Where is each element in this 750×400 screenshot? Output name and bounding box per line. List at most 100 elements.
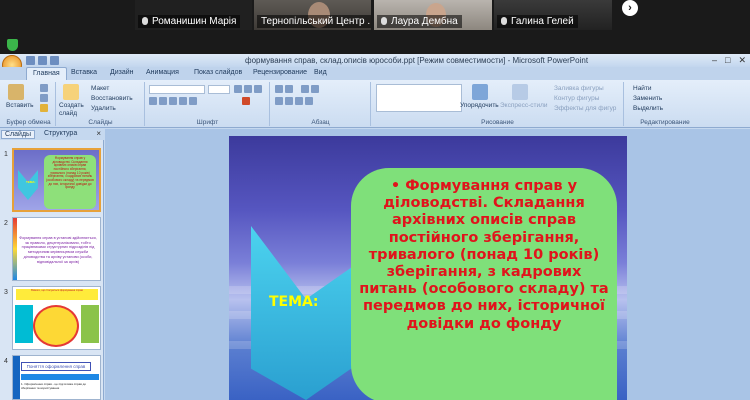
- decor-bar: [13, 218, 17, 280]
- thumb-text: Вимоги, що стосуються формування справ: [16, 289, 98, 300]
- powerpoint-window: формування справ, склад.описів юрособи.p…: [0, 54, 750, 400]
- format-painter-icon[interactable]: [40, 104, 48, 112]
- participant-name-tag: Галина Гелей: [497, 15, 578, 28]
- minimize-icon[interactable]: –: [712, 55, 717, 66]
- tab-design[interactable]: Дизайн: [110, 69, 134, 76]
- shapes-gallery[interactable]: [376, 84, 462, 112]
- shape-outline-button[interactable]: Контур фигуры: [554, 95, 599, 102]
- redo-icon[interactable]: [50, 56, 59, 65]
- slide-content-text[interactable]: • Формування справ у діловодстві. Склада…: [359, 178, 609, 333]
- justify-icon[interactable]: [305, 97, 313, 105]
- slide-number: 4: [4, 358, 8, 365]
- participant-tile[interactable]: Лаура Дембна: [374, 0, 492, 30]
- microphone-icon: [142, 17, 148, 25]
- arrange-icon[interactable]: [472, 84, 488, 100]
- participant-tile[interactable]: Романишин Марія: [135, 0, 252, 30]
- decrease-indent-icon[interactable]: [301, 85, 309, 93]
- grow-font-icon[interactable]: [234, 85, 242, 93]
- reset-button[interactable]: Восстановить: [91, 95, 133, 102]
- numbering-icon[interactable]: [285, 85, 293, 93]
- participant-name-tag: Романишин Марія: [138, 15, 241, 28]
- decor-shape: [33, 305, 79, 347]
- clipboard-group: Вставить Буфер обмена: [2, 82, 56, 126]
- tab-outline[interactable]: Структура: [44, 130, 77, 137]
- slide-thumbnail-1[interactable]: ТЕМА: Формування справ у діловодстві. Ск…: [12, 148, 101, 212]
- close-panel-icon[interactable]: ×: [96, 129, 101, 138]
- font-group-label: Шрифт: [196, 119, 219, 126]
- drawing-group-label: Рисование: [481, 119, 514, 126]
- layout-button[interactable]: Макет: [91, 85, 109, 92]
- slide-number: 2: [4, 220, 8, 227]
- bold-icon[interactable]: [149, 97, 157, 105]
- screen: Романишин Марія Тернопільський Центр ...…: [0, 0, 750, 400]
- strikethrough-icon[interactable]: [179, 97, 187, 105]
- save-icon[interactable]: [26, 56, 35, 65]
- font-group: Шрифт: [146, 82, 270, 126]
- slides-group: Создать слайд Макет Восстановить Удалить…: [57, 82, 145, 126]
- editing-group-label: Редактирование: [640, 119, 690, 126]
- participant-name-tag: Тернопільський Центр ...: [257, 15, 371, 28]
- font-color-icon[interactable]: [242, 97, 250, 105]
- tab-insert[interactable]: Вставка: [71, 69, 97, 76]
- chevron-shape: [251, 226, 361, 400]
- tab-view[interactable]: Вид: [314, 69, 327, 76]
- decor-strip: [13, 356, 20, 399]
- font-size-select[interactable]: [208, 85, 230, 94]
- thumb-line: 1. Оформлення справ - це підготовка спра…: [21, 382, 87, 390]
- undo-icon[interactable]: [38, 56, 47, 65]
- paste-icon[interactable]: [8, 84, 24, 100]
- italic-icon[interactable]: [159, 97, 167, 105]
- slide-thumbnail-4[interactable]: Поняття оформлення справ 1. Оформлення с…: [12, 355, 101, 400]
- participant-tile[interactable]: Галина Гелей: [494, 0, 612, 30]
- clipboard-group-label: Буфер обмена: [6, 119, 51, 126]
- slide-number: 3: [4, 289, 8, 296]
- dismiss-icon[interactable]: ›: [622, 0, 638, 16]
- slide-thumbnail-3[interactable]: Вимоги, що стосуються формування справ: [12, 286, 101, 350]
- video-participants-strip: Романишин Марія Тернопільський Центр ...…: [0, 0, 750, 38]
- select-button[interactable]: Выделить: [633, 105, 663, 112]
- shadow-icon[interactable]: [189, 97, 197, 105]
- paragraph-group-label: Абзац: [311, 119, 330, 126]
- tab-slideshow[interactable]: Показ слайдов: [194, 69, 242, 76]
- increase-indent-icon[interactable]: [311, 85, 319, 93]
- cut-icon[interactable]: [40, 84, 48, 92]
- tab-slides[interactable]: Слайды: [1, 130, 36, 139]
- paste-button[interactable]: Вставить: [6, 102, 34, 109]
- shape-fill-button[interactable]: Заливка фигуры: [554, 85, 604, 92]
- new-slide-button[interactable]: Создать слайд: [59, 102, 89, 118]
- slide-thumbnail-2[interactable]: Формування справ в установі здійснюється…: [12, 217, 101, 281]
- chevron-shape: [18, 170, 38, 200]
- ribbon: Вставить Буфер обмена Создать слайд Маке…: [0, 80, 750, 128]
- align-right-icon[interactable]: [295, 97, 303, 105]
- slide-editor: ТЕМА: • Формування справ у діловодстві. …: [105, 129, 750, 400]
- arrange-button[interactable]: Упорядочить: [460, 102, 499, 109]
- align-center-icon[interactable]: [285, 97, 293, 105]
- tab-animation[interactable]: Анимация: [146, 69, 179, 76]
- thumb-text: Формування справ у діловодстві. Складанн…: [44, 155, 96, 209]
- new-slide-icon[interactable]: [63, 84, 79, 100]
- window-title: формування справ, склад.описів юрособи.p…: [245, 56, 589, 65]
- current-slide[interactable]: ТЕМА: • Формування справ у діловодстві. …: [229, 136, 627, 400]
- delete-slide-button[interactable]: Удалить: [91, 105, 116, 112]
- font-name-select[interactable]: [149, 85, 205, 94]
- find-button[interactable]: Найти: [633, 85, 652, 92]
- copy-icon[interactable]: [40, 94, 48, 102]
- thumb-label: ТЕМА:: [26, 180, 36, 184]
- shape-effects-button[interactable]: Эффекты для фигур: [554, 105, 616, 112]
- quick-styles-icon[interactable]: [512, 84, 528, 100]
- slides-group-label: Слайды: [88, 119, 113, 126]
- participant-tile[interactable]: Тернопільський Центр ...: [254, 0, 371, 30]
- tab-review[interactable]: Рецензирование: [253, 69, 307, 76]
- bullets-icon[interactable]: [275, 85, 283, 93]
- quick-styles-button[interactable]: Экспресс-стили: [500, 102, 548, 109]
- shrink-font-icon[interactable]: [244, 85, 252, 93]
- title-bar: формування справ, склад.описів юрособи.p…: [0, 54, 750, 67]
- align-left-icon[interactable]: [275, 97, 283, 105]
- underline-icon[interactable]: [169, 97, 177, 105]
- maximize-icon[interactable]: □: [725, 55, 730, 66]
- replace-button[interactable]: Заменить: [633, 95, 662, 102]
- close-icon[interactable]: ✕: [738, 55, 746, 66]
- clear-format-icon[interactable]: [254, 85, 262, 93]
- slide-label[interactable]: ТЕМА:: [269, 294, 318, 310]
- tab-home[interactable]: Главная: [26, 67, 67, 80]
